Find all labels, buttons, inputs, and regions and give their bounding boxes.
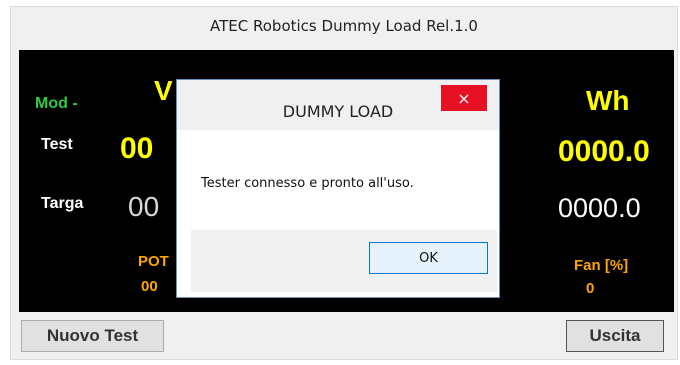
- pot-header: POT: [138, 253, 169, 270]
- fan-header: Fan [%]: [574, 257, 629, 274]
- close-icon[interactable]: ×: [441, 85, 487, 111]
- message-dialog: DUMMY LOAD × Tester connesso e pronto al…: [176, 79, 500, 298]
- targa-value-left: 00: [128, 191, 160, 222]
- window-title: ATEC Robotics Dummy Load Rel.1.0: [210, 17, 478, 35]
- dialog-message: Tester connesso e pronto all'uso.: [201, 176, 414, 191]
- wh-targa-value: 0000.0: [558, 193, 641, 223]
- dialog-titlebar: DUMMY LOAD ×: [177, 80, 499, 130]
- test-label: Test: [41, 136, 73, 153]
- nuovo-test-button[interactable]: Nuovo Test: [21, 320, 164, 352]
- targa-label: Targa: [41, 195, 84, 212]
- pot-value: 00: [141, 278, 158, 295]
- wh-header: Wh: [586, 85, 630, 116]
- mod-label: Mod -: [35, 95, 78, 112]
- ok-button[interactable]: OK: [369, 242, 488, 274]
- wh-test-value: 0000.0: [558, 135, 650, 168]
- test-value-left: 00: [120, 132, 154, 165]
- fan-value: 0: [586, 280, 595, 297]
- uscita-button[interactable]: Uscita: [566, 320, 664, 352]
- voltage-header: V: [154, 75, 173, 106]
